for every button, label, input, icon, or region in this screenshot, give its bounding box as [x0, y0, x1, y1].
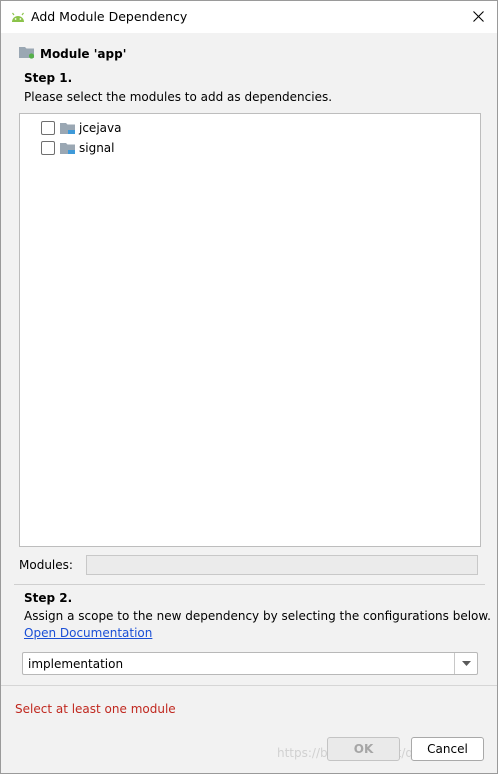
window-title: Add Module Dependency [31, 9, 188, 24]
module-folder-icon [60, 121, 76, 135]
step1-description: Please select the modules to add as depe… [24, 90, 333, 104]
android-icon [10, 10, 26, 24]
module-folder-icon [19, 45, 35, 62]
close-icon [472, 11, 484, 22]
scope-selected-value: implementation [28, 657, 124, 671]
signal-checkbox[interactable] [41, 141, 55, 155]
error-message: Select at least one module [15, 702, 176, 716]
add-module-dependency-dialog: Add Module Dependency Module 'app' Step … [0, 0, 498, 774]
module-header: Module 'app' [19, 45, 126, 62]
separator [1, 685, 497, 686]
chevron-down-icon [461, 661, 471, 666]
tree-item-jcejava[interactable]: jcejava [41, 119, 121, 137]
modules-label: Modules: [19, 558, 73, 572]
module-tree[interactable]: jcejava signal [19, 113, 481, 547]
close-button[interactable] [459, 1, 497, 32]
title-bar[interactable]: Add Module Dependency [1, 1, 497, 33]
separator [14, 584, 485, 585]
tree-item-signal[interactable]: signal [41, 139, 115, 157]
modules-field [86, 555, 478, 575]
scope-select[interactable]: implementation [22, 652, 478, 675]
module-folder-icon [60, 141, 76, 155]
ok-button[interactable]: OK [327, 737, 400, 761]
tree-item-label: signal [79, 141, 115, 155]
module-name: Module 'app' [40, 46, 127, 61]
step2-description: Assign a scope to the new dependency by … [24, 609, 491, 623]
step1-title: Step 1. [24, 71, 73, 85]
dropdown-arrow[interactable] [454, 653, 477, 674]
open-documentation-link[interactable]: Open Documentation [24, 626, 152, 640]
jcejava-checkbox[interactable] [41, 121, 55, 135]
cancel-button[interactable]: Cancel [411, 737, 484, 761]
tree-item-label: jcejava [79, 121, 122, 135]
step2-title: Step 2. [24, 591, 73, 605]
